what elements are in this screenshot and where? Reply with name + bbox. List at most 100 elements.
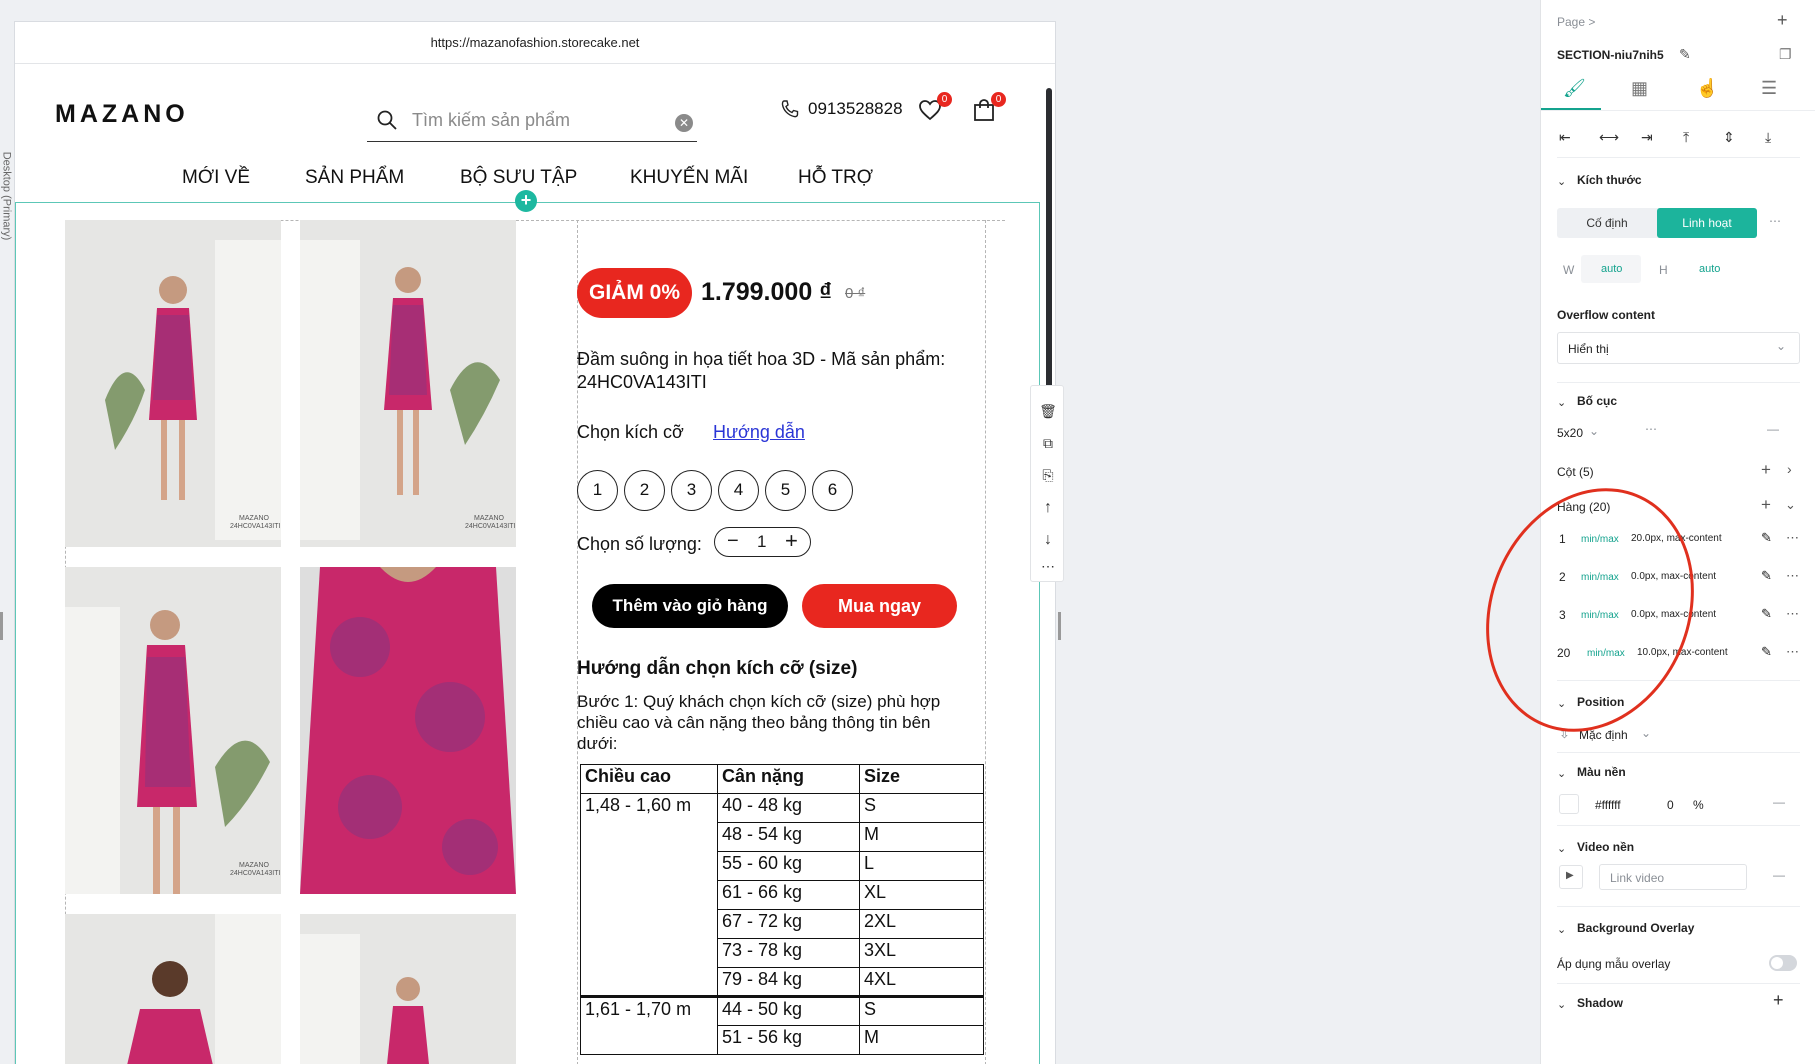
chevron-down-icon[interactable]: ⌄ <box>1557 767 1566 780</box>
preview-scrollbar[interactable] <box>1046 88 1052 388</box>
chevron-down-icon[interactable]: ⌄ <box>1557 842 1566 855</box>
size-option-6[interactable]: 6 <box>812 470 853 511</box>
pencil-icon[interactable]: ✎ <box>1761 606 1772 622</box>
align-bottom-icon[interactable]: ⤓ <box>1765 129 1771 146</box>
background-section-title[interactable]: Màu nền <box>1577 765 1626 779</box>
chevron-down-icon[interactable]: ⌄ <box>1557 923 1566 936</box>
height-input[interactable]: auto <box>1679 255 1739 283</box>
size-mode-flexible[interactable]: Linh hoạt <box>1657 208 1757 238</box>
pencil-icon[interactable]: ✎ <box>1761 568 1772 584</box>
chevron-down-icon[interactable]: ⌄ <box>1557 175 1566 188</box>
video-link-input[interactable]: Link video <box>1599 864 1747 890</box>
size-section-title[interactable]: Kích thước <box>1577 173 1642 187</box>
more-icon[interactable]: ⋯ <box>1769 214 1781 228</box>
chevron-down-icon[interactable]: ⌄ <box>1589 424 1599 438</box>
phone-contact[interactable]: 0913528828 <box>780 99 903 119</box>
add-column-icon[interactable]: + <box>1761 460 1771 480</box>
size-mode-fixed[interactable]: Cố định <box>1557 208 1657 238</box>
site-logo[interactable]: MAZANO <box>55 100 189 129</box>
overlay-toggle[interactable] <box>1769 955 1797 971</box>
more-icon[interactable]: ⋯ <box>1645 422 1657 436</box>
align-right-icon[interactable]: ⇥ <box>1641 129 1653 146</box>
nav-item-support[interactable]: HỖ TRỢ <box>798 167 873 189</box>
more-icon[interactable]: ⋯ <box>1786 530 1799 546</box>
nav-item-new[interactable]: MỚI VỀ <box>182 167 250 189</box>
minus-icon[interactable]: — <box>1773 795 1785 809</box>
chevron-down-icon[interactable]: ⌄ <box>1557 396 1566 409</box>
search-input[interactable]: Tìm kiếm sản phẩm ✕ <box>367 100 697 142</box>
add-section-button[interactable]: + <box>515 190 537 212</box>
overflow-select[interactable]: Hiển thị ⌄ <box>1557 332 1800 364</box>
align-top-icon[interactable]: ⤒ <box>1683 129 1689 146</box>
cart-button[interactable]: 0 <box>972 92 1006 124</box>
grid-size[interactable]: 5x20 <box>1557 426 1583 440</box>
copy-icon[interactable]: ❐ <box>1779 46 1792 63</box>
tab-style-brush-icon[interactable]: 🖌 <box>1563 78 1586 99</box>
more-icon[interactable]: ⋯ <box>1038 558 1058 578</box>
align-center-v-icon[interactable]: ⇕ <box>1723 129 1735 146</box>
increase-quantity-button[interactable]: + <box>785 528 798 554</box>
trash-icon[interactable]: 🗑 <box>1038 403 1058 423</box>
size-guide-link[interactable]: Hướng dẫn <box>713 422 805 443</box>
pencil-icon[interactable]: ✎ <box>1761 644 1772 660</box>
product-photo-4[interactable] <box>300 567 516 894</box>
background-opacity-value[interactable]: 0 <box>1667 798 1674 812</box>
product-photo-1[interactable]: MAZANO 24HC0VA143ITI <box>65 220 281 547</box>
add-shadow-icon[interactable]: + <box>1773 990 1784 1011</box>
size-option-1[interactable]: 1 <box>577 470 618 511</box>
minus-icon[interactable]: — <box>1773 868 1785 882</box>
chevron-down-icon[interactable]: ⌄ <box>1557 998 1566 1011</box>
size-table: Chiều cao Cân nặng Size 1,48 - 1,60 m 40 … <box>580 764 984 1055</box>
overlay-section-title[interactable]: Background Overlay <box>1577 921 1694 935</box>
tab-layout-grid-icon[interactable]: ▦ <box>1631 78 1648 99</box>
add-row-icon[interactable]: + <box>1761 495 1771 515</box>
tab-interaction-hand-icon[interactable]: ☝ <box>1696 78 1718 99</box>
nav-item-promotions[interactable]: KHUYẾN MÃI <box>630 167 748 189</box>
save-template-icon[interactable]: ⎘ <box>1038 467 1058 487</box>
nav-item-products[interactable]: SẢN PHẨM <box>305 167 404 189</box>
size-option-2[interactable]: 2 <box>624 470 665 511</box>
move-up-icon[interactable]: ↑ <box>1038 499 1058 519</box>
edit-name-icon[interactable]: ✎ <box>1679 46 1691 63</box>
background-color-value[interactable]: #ffffff <box>1595 798 1621 812</box>
shadow-section-title[interactable]: Shadow <box>1577 996 1623 1010</box>
width-input[interactable]: auto <box>1581 255 1641 283</box>
clear-search-icon[interactable]: ✕ <box>675 114 693 132</box>
more-icon[interactable]: ⋯ <box>1786 644 1799 660</box>
quantity-stepper[interactable]: − 1 + <box>714 527 811 557</box>
move-down-icon[interactable]: ↓ <box>1038 531 1058 551</box>
chevron-down-icon[interactable]: ⌄ <box>1641 726 1651 740</box>
align-left-icon[interactable]: ⇤ <box>1559 129 1571 146</box>
video-icon[interactable]: ▶ <box>1559 865 1583 889</box>
size-mode-toggle[interactable]: Cố định Linh hoạt <box>1557 208 1757 238</box>
minus-icon[interactable]: — <box>1767 422 1779 436</box>
product-photo-6[interactable] <box>300 914 516 1064</box>
buy-now-button[interactable]: Mua ngay <box>802 584 957 628</box>
size-option-4[interactable]: 4 <box>718 470 759 511</box>
color-swatch[interactable] <box>1559 794 1579 814</box>
decrease-quantity-button[interactable]: − <box>727 530 739 553</box>
align-center-h-icon[interactable]: ⟷ <box>1599 129 1619 146</box>
breadcrumb[interactable]: Page > <box>1557 15 1595 29</box>
duplicate-icon[interactable]: ⧉ <box>1038 435 1058 455</box>
product-photo-2[interactable]: MAZANO 24HC0VA143ITI <box>300 220 516 547</box>
size-option-3[interactable]: 3 <box>671 470 712 511</box>
nav-item-collections[interactable]: BỘ SƯU TẬP <box>460 167 577 189</box>
resize-handle-left[interactable] <box>0 612 3 640</box>
size-option-5[interactable]: 5 <box>765 470 806 511</box>
layout-section-title[interactable]: Bố cục <box>1577 394 1617 408</box>
more-icon[interactable]: ⋯ <box>1786 606 1799 622</box>
add-to-cart-button[interactable]: Thêm vào giỏ hàng <box>592 584 788 628</box>
wishlist-button[interactable]: 0 <box>918 92 952 124</box>
video-section-title[interactable]: Video nền <box>1577 840 1634 854</box>
product-photo-5[interactable] <box>65 914 281 1064</box>
pencil-icon[interactable]: ✎ <box>1761 530 1772 546</box>
resize-handle-right[interactable] <box>1058 612 1061 640</box>
add-icon[interactable]: + <box>1777 10 1788 31</box>
tab-data-icon[interactable]: ☰ <box>1761 78 1777 99</box>
more-icon[interactable]: ⋯ <box>1786 568 1799 584</box>
chevron-right-icon[interactable]: › <box>1787 461 1792 477</box>
columns-label[interactable]: Cột (5) <box>1557 465 1594 479</box>
product-photo-3[interactable]: MAZANO 24HC0VA143ITI <box>65 567 281 894</box>
chevron-down-icon[interactable]: ⌄ <box>1785 497 1796 513</box>
